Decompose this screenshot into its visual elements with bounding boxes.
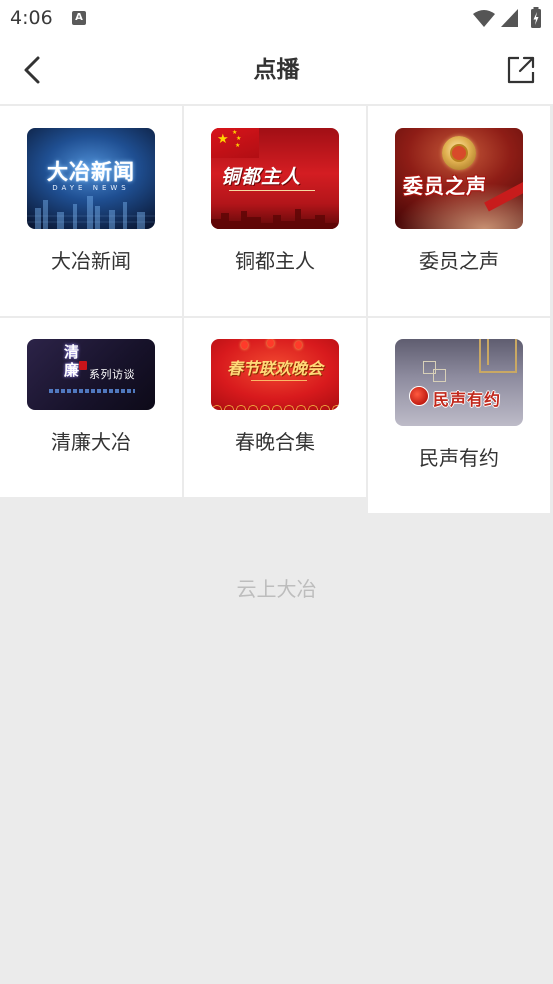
grid-column-1: 大冶新闻 DAYE NEWS 大冶新闻 清廉 系列访谈 清廉大冶 — [0, 106, 182, 497]
square-outline-graphic — [433, 369, 446, 382]
status-time: 4:06 — [10, 7, 53, 29]
skyline-graphic — [27, 196, 155, 229]
lantern-graphic — [241, 341, 248, 349]
cell-signal-icon — [501, 9, 518, 27]
program-thumbnail: 民声有约 — [395, 339, 523, 426]
program-thumbnail: 大冶新闻 DAYE NEWS — [27, 128, 155, 229]
program-logo-graphic — [409, 386, 429, 406]
page-title: 点播 — [253, 57, 300, 83]
program-card-weiyuan-zhisheng[interactable]: 委员之声 委员之声 — [368, 106, 550, 316]
back-chevron-icon — [24, 56, 40, 84]
grid-column-2: ★ ★ ★ ★ 铜都主人 铜都主人 春节联欢晚会 春晚合集 — [184, 106, 366, 497]
emblem-graphic — [442, 136, 476, 170]
star-icon: ★ — [235, 142, 241, 149]
program-label: 春晚合集 — [235, 430, 315, 454]
program-thumbnail: 委员之声 — [395, 128, 523, 229]
decorative-line — [229, 190, 315, 191]
wave-pattern-graphic — [211, 398, 339, 410]
program-card-qinglian-daye[interactable]: 清廉 系列访谈 清廉大冶 — [0, 318, 182, 497]
program-card-minsheng-youyue[interactable]: 民声有约 民声有约 — [368, 318, 550, 513]
emblem-center — [450, 144, 468, 162]
program-thumbnail: 春节联欢晚会 — [211, 339, 339, 410]
program-card-tongdu-zhuren[interactable]: ★ ★ ★ ★ 铜都主人 铜都主人 — [184, 106, 366, 316]
thumbnail-subtitle: 系列访谈 — [89, 368, 135, 381]
star-icon: ★ — [217, 132, 229, 147]
program-card-spring-gala[interactable]: 春节联欢晚会 春晚合集 — [184, 318, 366, 497]
program-label: 铜都主人 — [235, 249, 315, 273]
program-thumbnail: 清廉 系列访谈 — [27, 339, 155, 410]
back-button[interactable] — [18, 54, 48, 86]
a-letter-notification-icon: A — [72, 11, 86, 25]
thumbnail-title: 委员之声 — [403, 174, 487, 198]
thumbnail-title: 春节联欢晚会 — [226, 359, 323, 378]
red-seal-graphic — [79, 361, 87, 370]
thumbnail-subtitle: DAYE NEWS — [52, 184, 130, 192]
thumbnail-title: 民声有约 — [433, 390, 502, 409]
status-bar: 4:06 A — [0, 0, 553, 36]
decorative-strip — [49, 389, 135, 393]
decorative-line — [251, 380, 307, 381]
program-label: 委员之声 — [419, 249, 499, 273]
program-card-daye-news[interactable]: 大冶新闻 DAYE NEWS 大冶新闻 — [0, 106, 182, 316]
wifi-icon — [473, 10, 495, 27]
lantern-graphic — [267, 339, 274, 347]
thumbnail-title: 铜都主人 — [221, 166, 302, 188]
share-external-icon — [507, 56, 535, 84]
city-silhouette-graphic — [211, 209, 339, 229]
program-label: 大冶新闻 — [51, 249, 131, 273]
thumbnail-title: 大冶新闻 — [47, 160, 135, 184]
footer-brand-text: 云上大冶 — [236, 577, 317, 601]
lantern-graphic — [295, 341, 302, 349]
flag-graphic: ★ ★ ★ ★ — [211, 128, 259, 158]
program-label: 民声有约 — [419, 446, 499, 470]
share-button[interactable] — [505, 54, 537, 86]
program-grid: 大冶新闻 DAYE NEWS 大冶新闻 清廉 系列访谈 清廉大冶 ★ ★ ★ ★… — [0, 104, 553, 513]
gold-frame-graphic — [479, 339, 517, 373]
grid-column-3: 委员之声 委员之声 民声有约 民声有约 — [368, 106, 550, 513]
app-header: 点播 — [0, 36, 553, 104]
program-label: 清廉大冶 — [51, 430, 131, 454]
program-thumbnail: ★ ★ ★ ★ 铜都主人 — [211, 128, 339, 229]
gold-frame-graphic — [487, 339, 489, 365]
battery-charging-icon — [531, 7, 541, 28]
